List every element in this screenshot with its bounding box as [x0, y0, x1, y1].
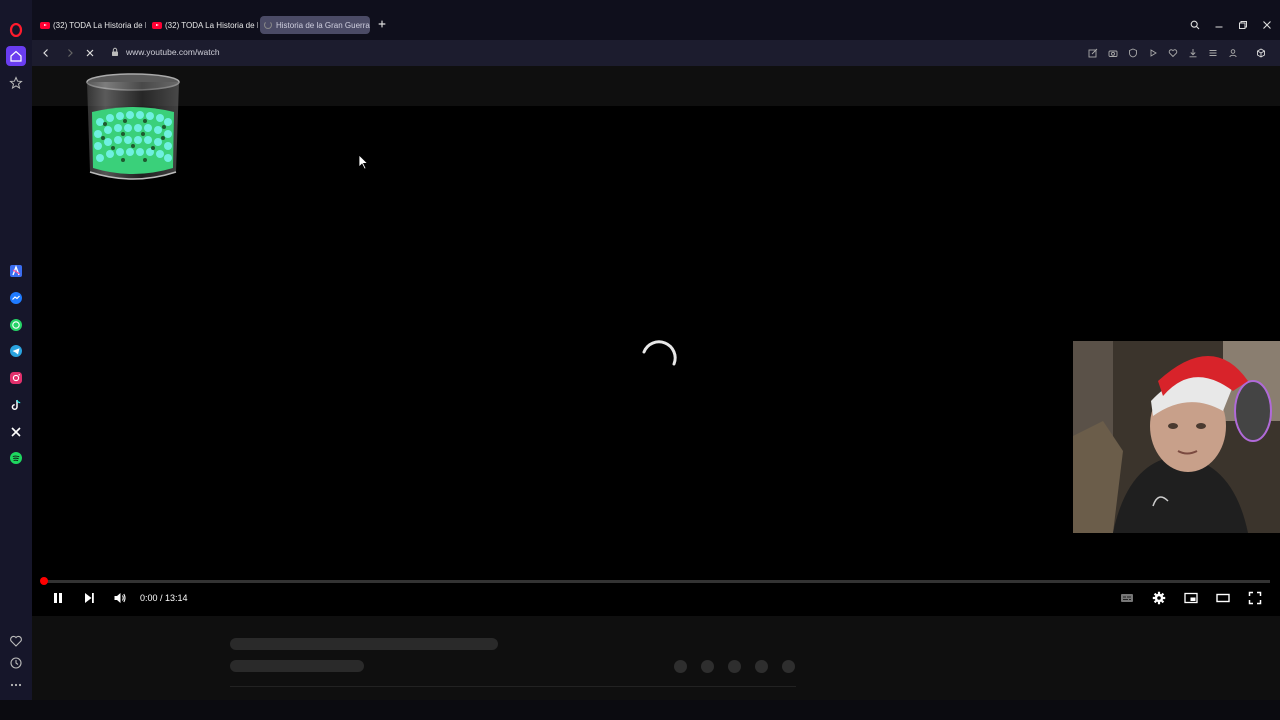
volume-button[interactable] [109, 588, 131, 608]
fullscreen-icon [1248, 591, 1262, 605]
star-icon[interactable] [6, 73, 26, 93]
jar-overlay-image [86, 73, 180, 180]
plus-icon [378, 20, 386, 28]
skip-next-icon [85, 593, 94, 603]
restore-button[interactable] [1236, 18, 1250, 32]
action-placeholder [728, 660, 741, 673]
tab-title: Historia de la Gran Guerra [276, 20, 370, 30]
tiktok-icon[interactable] [6, 395, 26, 415]
heart-icon [1168, 49, 1178, 58]
loading-spinner-icon [264, 21, 272, 29]
mouse-cursor-icon [358, 154, 368, 170]
lock-icon [112, 47, 118, 56]
action-placeholder [755, 660, 768, 673]
shield-icon [1129, 48, 1137, 58]
action-placeholder [701, 660, 714, 673]
back-arrow-icon [43, 49, 48, 57]
window-bottom-edge [0, 700, 1280, 720]
x-icon[interactable] [6, 422, 26, 442]
snapshot-button[interactable] [1106, 46, 1120, 60]
camera-icon [1108, 50, 1118, 57]
tab-1[interactable]: (32) TODA La Historia de I [36, 16, 146, 34]
minimize-button[interactable] [1212, 18, 1226, 32]
tab-3-active[interactable]: Historia de la Gran Guerra [260, 16, 370, 34]
player-button[interactable] [1146, 46, 1160, 60]
opera-logo-icon[interactable] [6, 20, 26, 40]
forward-arrow-icon [68, 49, 73, 57]
minimize-icon [1215, 26, 1223, 28]
action-placeholder [674, 660, 687, 673]
close-window-button[interactable] [1260, 18, 1274, 32]
play-icon [1150, 49, 1157, 57]
settings-button[interactable] [1148, 588, 1170, 608]
cube-icon [1257, 48, 1265, 58]
miniplayer-button[interactable] [1180, 588, 1202, 608]
gear-icon [1152, 591, 1166, 605]
back-button[interactable] [39, 46, 53, 60]
spotify-icon[interactable] [6, 448, 26, 468]
subtitles-icon [1121, 594, 1133, 602]
fullscreen-button[interactable] [1244, 588, 1266, 608]
screen: (32) TODA La Historia de I (32) TODA La … [0, 0, 1280, 720]
aria-icon[interactable] [6, 261, 26, 281]
new-tab-button[interactable] [376, 19, 388, 31]
theater-icon [1216, 593, 1230, 603]
channel-placeholder [230, 660, 364, 672]
download-icon [1189, 49, 1197, 58]
search-tabs-button[interactable] [1188, 18, 1202, 32]
address-bar: www.youtube.com/watch [32, 40, 1280, 66]
downloads-button[interactable] [1186, 46, 1200, 60]
time-display: 0:00 / 13:14 [140, 593, 188, 603]
messenger-icon[interactable] [6, 288, 26, 308]
opera-sidebar [0, 0, 32, 720]
volume-icon [114, 593, 126, 603]
youtube-icon [40, 21, 50, 29]
miniplayer-icon [1184, 592, 1198, 604]
youtube-header [32, 66, 1280, 106]
video-info-skeleton [32, 616, 1280, 700]
user-icon [1229, 49, 1237, 58]
profile-button[interactable] [1226, 46, 1240, 60]
home-icon[interactable] [6, 46, 26, 66]
pause-button[interactable] [47, 588, 69, 608]
action-placeholder [782, 660, 795, 673]
stop-loading-button[interactable] [83, 46, 97, 60]
search-icon [1190, 20, 1200, 30]
scrubber-handle[interactable] [40, 577, 48, 585]
next-button[interactable] [78, 588, 100, 608]
divider [230, 686, 796, 687]
stop-icon [86, 49, 94, 57]
bookmark-button[interactable] [1166, 46, 1180, 60]
heart-icon[interactable] [6, 631, 26, 651]
tab-title: (32) TODA La Historia de I [165, 20, 258, 30]
loading-spinner-icon [642, 340, 677, 366]
youtube-watch-page: 0:00 / 13:14 [32, 66, 1280, 700]
subtitles-button[interactable] [1116, 588, 1138, 608]
tab-title: (32) TODA La Historia de I [53, 20, 146, 30]
url-field[interactable]: www.youtube.com/watch [126, 47, 220, 57]
easy-setup-button[interactable] [1206, 46, 1220, 60]
adblock-button[interactable] [1126, 46, 1140, 60]
telegram-icon[interactable] [6, 341, 26, 361]
tab-strip: (32) TODA La Historia de I (32) TODA La … [32, 0, 1280, 40]
youtube-icon [152, 21, 162, 29]
restore-icon [1239, 21, 1247, 29]
edit-icon [1088, 48, 1098, 58]
title-placeholder [230, 638, 498, 650]
close-icon [1263, 21, 1271, 29]
forward-button[interactable] [63, 46, 77, 60]
webcam-overlay [1073, 341, 1280, 533]
tab-2[interactable]: (32) TODA La Historia de I [148, 16, 258, 34]
edit-button[interactable] [1086, 46, 1100, 60]
history-icon[interactable] [6, 653, 26, 673]
video-progress-bar[interactable] [42, 580, 1270, 583]
extensions-button[interactable] [1254, 46, 1268, 60]
streamer-webcam-image [1073, 341, 1280, 533]
more-icon[interactable] [6, 675, 26, 695]
theater-mode-button[interactable] [1212, 588, 1234, 608]
whatsapp-icon[interactable] [6, 315, 26, 335]
menu-icon [1209, 50, 1217, 56]
instagram-icon[interactable] [6, 368, 26, 388]
pause-icon [54, 593, 62, 603]
